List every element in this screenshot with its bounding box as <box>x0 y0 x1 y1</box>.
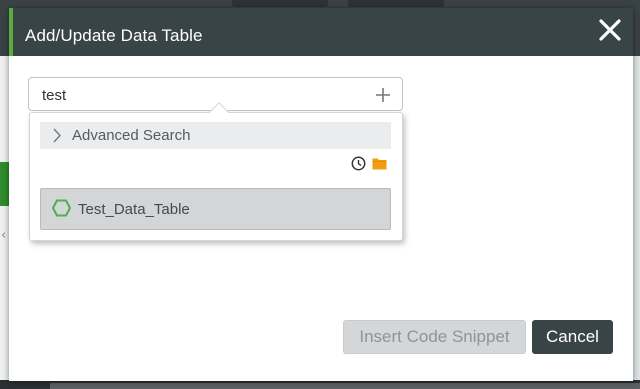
dialog-title: Add/Update Data Table <box>25 26 203 45</box>
background-chevron-left-icon: ‹ <box>1 228 7 243</box>
cancel-button[interactable]: Cancel <box>532 320 613 354</box>
close-icon[interactable] <box>597 17 623 43</box>
data-table-dialog: Add/Update Data Table Advanced Search <box>9 8 633 381</box>
search-results-dropdown: Advanced Search Test_Data_Table <box>29 102 403 241</box>
list-item[interactable]: Test_Data_Table <box>40 188 391 230</box>
advanced-search-label: Advanced Search <box>72 127 191 144</box>
advanced-search-toggle[interactable]: Advanced Search <box>40 122 391 149</box>
dialog-header: Add/Update Data Table <box>9 8 633 56</box>
search-input[interactable] <box>42 84 362 106</box>
background-toolbar-button <box>232 0 328 7</box>
chevron-right-icon <box>52 128 62 143</box>
background-status-bar <box>0 380 640 389</box>
hexagon-icon <box>51 199 72 217</box>
result-label: Test_Data_Table <box>78 201 190 218</box>
background-toolbar-button <box>348 0 444 7</box>
folder-icon[interactable] <box>372 157 387 170</box>
add-icon[interactable] <box>374 86 392 104</box>
insert-code-snippet-button[interactable]: Insert Code Snippet <box>343 320 526 354</box>
clock-icon[interactable] <box>351 156 366 171</box>
